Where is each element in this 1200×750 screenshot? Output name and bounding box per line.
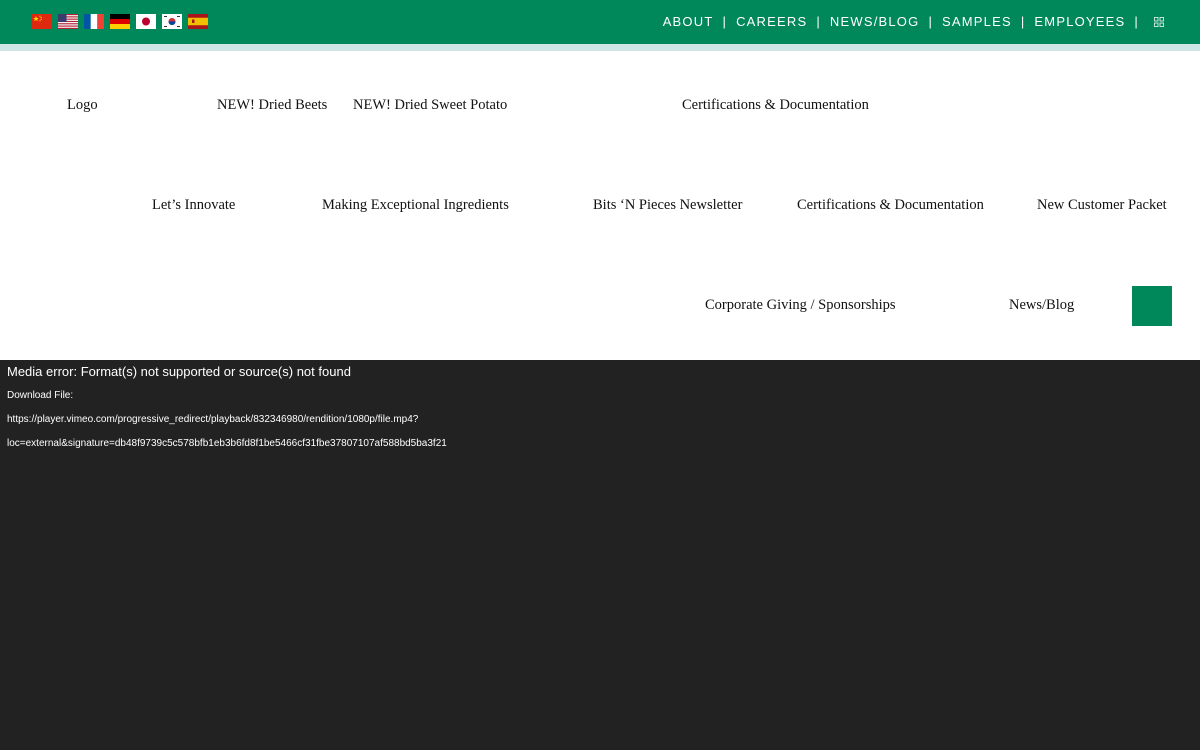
korea-flag-icon[interactable] [162,14,182,29]
media-error-message: Media error: Format(s) not supported or … [7,364,351,379]
usa-flag-icon[interactable] [58,14,78,29]
nav-about-link[interactable]: ABOUT [663,14,714,29]
grid-icon[interactable] [1154,16,1164,27]
menu-item-certifications[interactable]: Certifications & Documentation [682,97,869,114]
menu-item-dried-beets[interactable]: NEW! Dried Beets [217,97,327,114]
china-flag-icon[interactable] [32,14,52,29]
menu-item-newsletter[interactable]: Bits ‘N Pieces Newsletter [593,197,742,214]
download-file-link-continued[interactable]: loc=external&signature=db48f9739c5c578bf… [7,438,447,449]
logo-link[interactable]: Logo [67,97,98,114]
download-file-label: Download File: [7,390,74,401]
menu-item-news-blog[interactable]: News/Blog [1009,297,1074,314]
menu-item-certifications-2[interactable]: Certifications & Documentation [797,197,984,214]
nav-separator: | [1020,14,1026,29]
japan-flag-icon[interactable] [136,14,156,29]
nav-employees-link[interactable]: EMPLOYEES [1034,14,1125,29]
nav-separator: | [1134,14,1139,29]
download-file-link[interactable]: https://player.vimeo.com/progressive_red… [7,414,418,425]
menu-item-exceptional-ingredients[interactable]: Making Exceptional Ingredients [322,197,509,214]
language-flags [32,14,208,29]
top-bar-divider [0,44,1200,51]
nav-samples-link[interactable]: SAMPLES [942,14,1012,29]
nav-separator: | [722,14,728,29]
menu-item-lets-innovate[interactable]: Let’s Innovate [152,197,235,214]
nav-news-blog-link[interactable]: NEWS/BLOG [830,14,920,29]
top-bar: ABOUT | CAREERS | NEWS/BLOG | SAMPLES | … [0,0,1200,44]
nav-separator: | [928,14,934,29]
menu-item-corporate-giving[interactable]: Corporate Giving / Sponsorships [705,297,896,314]
spain-flag-icon[interactable] [188,14,208,29]
nav-careers-link[interactable]: CAREERS [736,14,807,29]
menu-item-new-customer-packet[interactable]: New Customer Packet [1037,197,1167,214]
france-flag-icon[interactable] [84,14,104,29]
menu-item-dried-sweet-potato[interactable]: NEW! Dried Sweet Potato [353,97,507,114]
germany-flag-icon[interactable] [110,14,130,29]
top-navigation: ABOUT | CAREERS | NEWS/BLOG | SAMPLES | … [663,14,1164,29]
nav-separator: | [816,14,821,29]
menu-toggle-button[interactable] [1132,286,1172,326]
video-player: Media error: Format(s) not supported or … [0,360,1200,750]
